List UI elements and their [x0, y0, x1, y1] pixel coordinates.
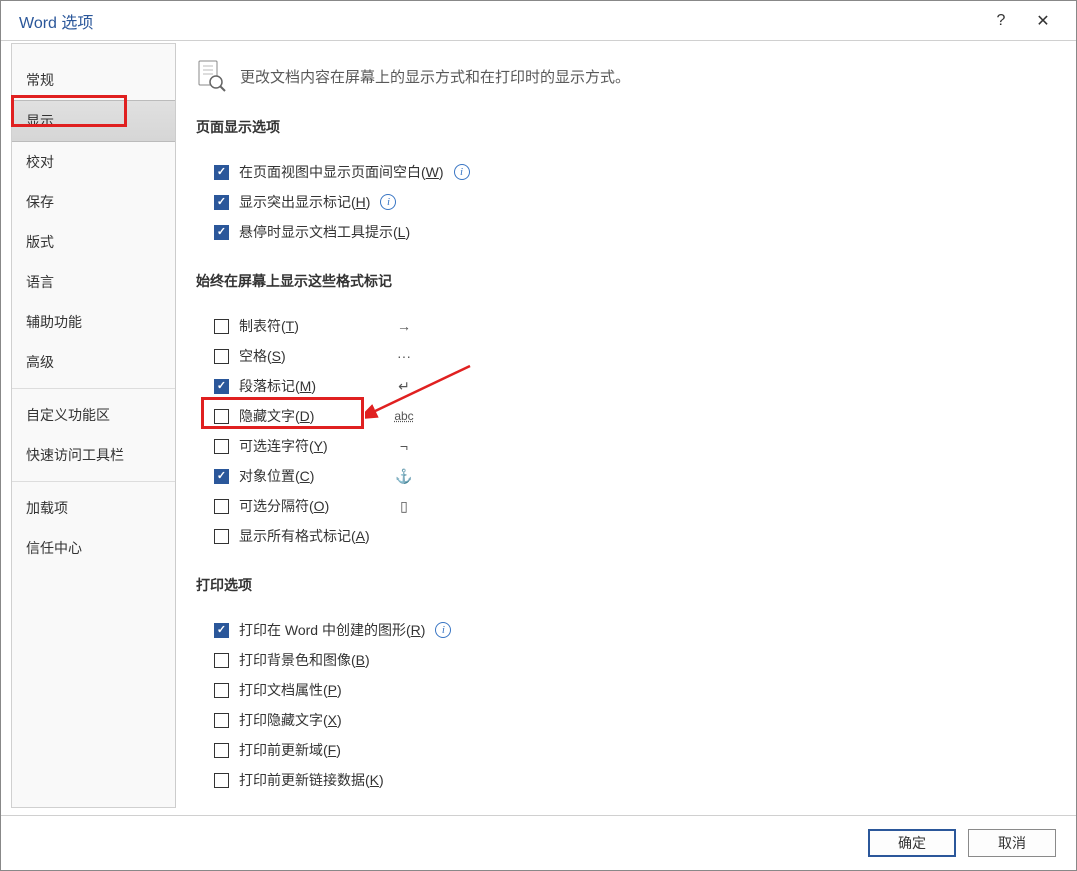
sidebar-separator	[12, 388, 175, 389]
checkbox[interactable]	[214, 349, 229, 364]
opt-label: 制表符(T)	[239, 316, 299, 336]
anchor-mark-icon: ⚓	[394, 468, 414, 485]
dialog-body: 常规 显示 校对 保存 版式 语言 辅助功能 高级 自定义功能区 快速访问工具栏…	[11, 43, 1066, 808]
sidebar-item-accessibility[interactable]: 辅助功能	[12, 302, 175, 342]
checkbox[interactable]	[214, 773, 229, 788]
opt-label: 打印前更新域(F)	[239, 740, 341, 760]
dialog-footer: 确定 取消	[1, 815, 1076, 870]
sidebar-item-customize-ribbon[interactable]: 自定义功能区	[12, 395, 175, 435]
opt-update-fields[interactable]: 打印前更新域(F)	[214, 735, 1046, 765]
content-pane: 更改文档内容在屏幕上的显示方式和在打印时的显示方式。 页面显示选项 在页面视图中…	[176, 43, 1066, 808]
checkbox[interactable]	[214, 623, 229, 638]
checkbox[interactable]	[214, 195, 229, 210]
sidebar-item-quick-access[interactable]: 快速访问工具栏	[12, 435, 175, 475]
opt-object-anchors[interactable]: 对象位置(C) ⚓	[214, 461, 1046, 491]
section-title-print: 打印选项	[196, 575, 1046, 605]
close-button[interactable]: ✕	[1022, 1, 1064, 41]
ok-button[interactable]: 确定	[868, 829, 956, 857]
opt-print-hidden-text[interactable]: 打印隐藏文字(X)	[214, 705, 1046, 735]
intro-text: 更改文档内容在屏幕上的显示方式和在打印时的显示方式。	[240, 66, 630, 87]
checkbox[interactable]	[214, 499, 229, 514]
sidebar-item-save[interactable]: 保存	[12, 182, 175, 222]
opt-label: 隐藏文字(D)	[239, 406, 314, 426]
hyphen-mark-icon: ¬	[394, 438, 414, 454]
titlebar: Word 选项 ? ✕	[1, 1, 1076, 41]
word-options-dialog: Word 选项 ? ✕ 常规 显示 校对 保存 版式 语言 辅助功能 高级 自定…	[0, 0, 1077, 871]
checkbox[interactable]	[214, 225, 229, 240]
checkbox[interactable]	[214, 469, 229, 484]
opt-paragraph-marks[interactable]: 段落标记(M) ↵	[214, 371, 1046, 401]
opt-tab-chars[interactable]: 制表符(T) →	[214, 311, 1046, 341]
sidebar-item-proofing[interactable]: 校对	[12, 142, 175, 182]
intro-row: 更改文档内容在屏幕上的显示方式和在打印时的显示方式。	[196, 61, 1046, 91]
opt-print-background[interactable]: 打印背景色和图像(B)	[214, 645, 1046, 675]
opt-label: 可选分隔符(O)	[239, 496, 329, 516]
sidebar-item-layout[interactable]: 版式	[12, 222, 175, 262]
break-mark-icon: ▯	[394, 498, 414, 515]
opt-label: 在页面视图中显示页面间空白(W)	[239, 162, 444, 182]
opt-label: 显示所有格式标记(A)	[239, 526, 370, 546]
opt-label: 段落标记(M)	[239, 376, 316, 396]
opt-label: 悬停时显示文档工具提示(L)	[239, 222, 410, 242]
checkbox[interactable]	[214, 529, 229, 544]
checkbox[interactable]	[214, 409, 229, 424]
opt-highlight-marks[interactable]: 显示突出显示标记(H) i	[214, 187, 1046, 217]
opt-label: 打印前更新链接数据(K)	[239, 770, 384, 790]
tab-mark-icon: →	[394, 318, 414, 334]
opt-print-drawings[interactable]: 打印在 Word 中创建的图形(R) i	[214, 615, 1046, 645]
page-preview-icon	[196, 61, 226, 91]
sidebar-separator	[12, 481, 175, 482]
opt-spaces[interactable]: 空格(S) ···	[214, 341, 1046, 371]
opt-label: 打印在 Word 中创建的图形(R)	[239, 620, 425, 640]
section-formatting-marks: 制表符(T) → 空格(S) ··· 段落标记(M) ↵ 隐藏文字(D) abc	[196, 311, 1046, 551]
opt-show-all-marks[interactable]: 显示所有格式标记(A)	[214, 521, 1046, 551]
opt-label: 对象位置(C)	[239, 466, 314, 486]
space-mark-icon: ···	[394, 348, 414, 364]
checkbox[interactable]	[214, 743, 229, 758]
opt-label: 打印隐藏文字(X)	[239, 710, 342, 730]
section-title-formatting-marks: 始终在屏幕上显示这些格式标记	[196, 271, 1046, 301]
help-button[interactable]: ?	[980, 1, 1022, 41]
section-title-page-display: 页面显示选项	[196, 117, 1046, 147]
opt-tooltips-on-hover[interactable]: 悬停时显示文档工具提示(L)	[214, 217, 1046, 247]
checkbox[interactable]	[214, 379, 229, 394]
cancel-button[interactable]: 取消	[968, 829, 1056, 857]
opt-label: 打印背景色和图像(B)	[239, 650, 370, 670]
section-print: 打印在 Word 中创建的图形(R) i 打印背景色和图像(B) 打印文档属性(…	[196, 615, 1046, 795]
section-page-display: 在页面视图中显示页面间空白(W) i 显示突出显示标记(H) i 悬停时显示文档…	[196, 157, 1046, 247]
opt-optional-hyphens[interactable]: 可选连字符(Y) ¬	[214, 431, 1046, 461]
dialog-title: Word 选项	[19, 9, 980, 33]
opt-hidden-text[interactable]: 隐藏文字(D) abc	[214, 401, 1046, 431]
info-icon[interactable]: i	[454, 164, 470, 180]
checkbox[interactable]	[214, 683, 229, 698]
opt-label: 可选连字符(Y)	[239, 436, 328, 456]
opt-optional-breaks[interactable]: 可选分隔符(O) ▯	[214, 491, 1046, 521]
opt-label: 空格(S)	[239, 346, 286, 366]
hidden-text-mark-icon: abc	[394, 409, 414, 423]
opt-space-between-pages[interactable]: 在页面视图中显示页面间空白(W) i	[214, 157, 1046, 187]
opt-label: 打印文档属性(P)	[239, 680, 342, 700]
sidebar-item-advanced[interactable]: 高级	[12, 342, 175, 382]
paragraph-mark-icon: ↵	[394, 378, 414, 395]
sidebar-item-display[interactable]: 显示	[12, 100, 175, 142]
opt-print-properties[interactable]: 打印文档属性(P)	[214, 675, 1046, 705]
opt-label: 显示突出显示标记(H)	[239, 192, 370, 212]
info-icon[interactable]: i	[435, 622, 451, 638]
checkbox[interactable]	[214, 653, 229, 668]
sidebar-item-addins[interactable]: 加载项	[12, 488, 175, 528]
checkbox[interactable]	[214, 319, 229, 334]
sidebar: 常规 显示 校对 保存 版式 语言 辅助功能 高级 自定义功能区 快速访问工具栏…	[11, 43, 176, 808]
checkbox[interactable]	[214, 439, 229, 454]
opt-update-links[interactable]: 打印前更新链接数据(K)	[214, 765, 1046, 795]
sidebar-item-general[interactable]: 常规	[12, 60, 175, 100]
checkbox[interactable]	[214, 713, 229, 728]
sidebar-item-trust-center[interactable]: 信任中心	[12, 528, 175, 568]
sidebar-item-language[interactable]: 语言	[12, 262, 175, 302]
checkbox[interactable]	[214, 165, 229, 180]
info-icon[interactable]: i	[380, 194, 396, 210]
